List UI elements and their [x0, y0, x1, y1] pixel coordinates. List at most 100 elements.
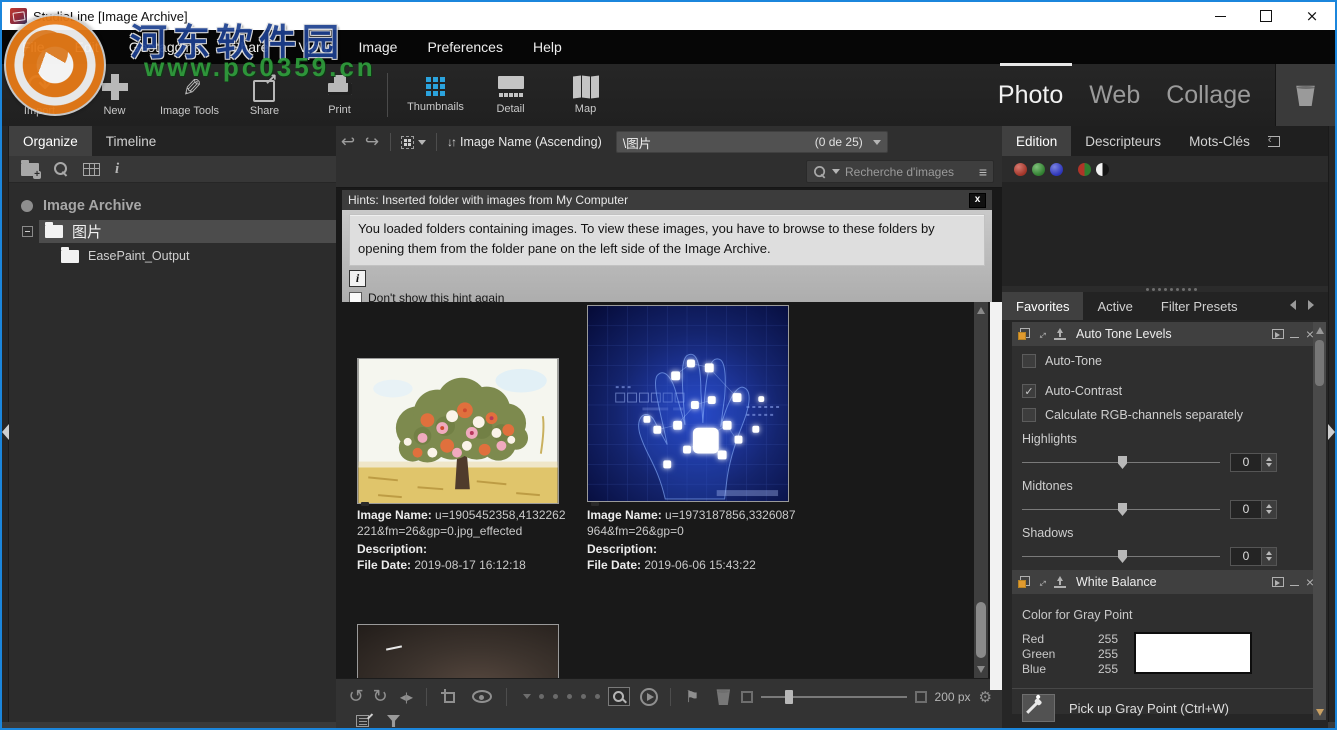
zoom-out-icon[interactable]: [741, 691, 753, 703]
rotate-left-button[interactable]: ↺: [344, 686, 368, 707]
scrollbar-thumb[interactable]: [1315, 340, 1324, 386]
tab-descripteurs[interactable]: Descripteurs: [1071, 126, 1175, 156]
trash-dock[interactable]: [1275, 64, 1335, 126]
search-input[interactable]: [845, 165, 974, 179]
highlights-slider[interactable]: [1022, 455, 1220, 469]
menu-geotagging[interactable]: Geotagging: [129, 39, 201, 55]
auto-contrast-checkbox-row[interactable]: ✓ Auto-Contrast: [1022, 384, 1310, 398]
zoom-in-icon[interactable]: [915, 691, 927, 703]
tab-edition[interactable]: Edition: [1002, 126, 1071, 156]
image-tools-button[interactable]: Image Tools: [152, 64, 227, 126]
apply-to-layers-icon[interactable]: [1018, 576, 1030, 588]
red-label-icon[interactable]: [1014, 163, 1027, 176]
load-preset-icon[interactable]: [1054, 328, 1066, 340]
thumbnail-tech-hand[interactable]: [587, 305, 789, 502]
highlights-value[interactable]: 0: [1230, 453, 1262, 472]
filter-icon[interactable]: [387, 715, 400, 727]
hints-close-button[interactable]: x: [969, 193, 986, 208]
rating-dots[interactable]: [539, 694, 544, 699]
thumbnails-view-button[interactable]: Thumbnails: [398, 64, 473, 126]
close-button[interactable]: ×: [1289, 2, 1335, 30]
detail-view-button[interactable]: Detail: [473, 64, 548, 126]
blackwhite-label-icon[interactable]: [1096, 163, 1109, 176]
rgb-separate-checkbox[interactable]: [1022, 408, 1036, 422]
menu-edit[interactable]: Edit: [75, 39, 99, 55]
highlights-spinner[interactable]: [1262, 453, 1277, 472]
compare-icon[interactable]: [1036, 576, 1048, 588]
slider-handle[interactable]: [785, 690, 793, 704]
blue-label-icon[interactable]: [1050, 163, 1063, 176]
tab-mots-cles[interactable]: Mots-Clés: [1175, 126, 1264, 156]
rating-dropdown-icon[interactable]: [523, 694, 531, 699]
collapse-panel-icon[interactable]: [1290, 329, 1300, 339]
crop-button[interactable]: [441, 689, 456, 704]
presets-scroll-left-icon[interactable]: [1290, 300, 1296, 310]
scroll-down-icon[interactable]: [1316, 709, 1324, 716]
preview-button[interactable]: [472, 690, 492, 703]
thumbnail-size-button[interactable]: [397, 136, 430, 149]
left-collapse-strip[interactable]: [2, 126, 9, 722]
search-box[interactable]: ≡: [806, 160, 994, 183]
midtones-slider[interactable]: [1022, 502, 1220, 516]
info-icon[interactable]: i: [115, 161, 119, 178]
redgreen-label-icon[interactable]: [1078, 163, 1091, 176]
new-button[interactable]: New: [77, 64, 152, 126]
menu-help[interactable]: Help: [533, 39, 562, 55]
back-button[interactable]: ↩: [336, 132, 360, 152]
mode-collage[interactable]: Collage: [1166, 81, 1251, 110]
thumbnail-dark-texture[interactable]: [357, 624, 559, 678]
rating-control[interactable]: [523, 694, 604, 699]
auto-contrast-checkbox[interactable]: ✓: [1022, 384, 1036, 398]
tab-filter-presets[interactable]: Filter Presets: [1147, 292, 1252, 320]
white-balance-header[interactable]: White Balance ×: [1012, 570, 1320, 594]
rgb-separate-checkbox-row[interactable]: Calculate RGB-channels separately: [1022, 408, 1310, 422]
forward-button[interactable]: ↪: [360, 132, 384, 152]
menu-view[interactable]: View: [298, 39, 328, 55]
map-view-button[interactable]: Map: [548, 64, 623, 126]
rotate-right-button[interactable]: ↻: [368, 686, 392, 707]
loupe-button[interactable]: [608, 687, 630, 706]
scroll-up-icon[interactable]: [977, 307, 985, 314]
detach-panel-icon[interactable]: [1272, 577, 1284, 587]
midtones-value[interactable]: 0: [1230, 500, 1262, 519]
delete-button[interactable]: [715, 688, 731, 705]
import-button[interactable]: Import: [2, 64, 77, 126]
slider-handle[interactable]: [1118, 550, 1127, 563]
menu-file[interactable]: File: [22, 39, 45, 55]
slideshow-button[interactable]: [640, 688, 658, 706]
hint-info-button[interactable]: i: [349, 270, 366, 287]
compare-icon[interactable]: [1036, 328, 1048, 340]
presets-scroll-right-icon[interactable]: [1308, 300, 1314, 310]
tab-favorites[interactable]: Favorites: [1002, 292, 1083, 320]
edit-panel-scrollbar[interactable]: [1313, 322, 1326, 720]
gear-icon[interactable]: ⚙: [979, 688, 992, 706]
shadows-value[interactable]: 0: [1230, 547, 1262, 566]
search-folders-icon[interactable]: [54, 162, 68, 176]
table-view-icon[interactable]: [83, 163, 100, 176]
search-options-icon[interactable]: [832, 169, 840, 174]
tab-timeline[interactable]: Timeline: [92, 126, 171, 156]
maximize-button[interactable]: [1243, 2, 1289, 30]
tab-overflow-icon[interactable]: [1268, 136, 1280, 147]
path-breadcrumb[interactable]: \图片 (0 de 25): [616, 131, 888, 153]
slider-handle[interactable]: [1118, 503, 1127, 516]
tree-node-subfolder[interactable]: EasePaint_Output: [9, 245, 336, 267]
tree-root-image-archive[interactable]: Image Archive: [9, 195, 336, 217]
auto-tone-header[interactable]: Auto Tone Levels ×: [1012, 322, 1320, 346]
minimize-button[interactable]: [1197, 2, 1243, 30]
menu-preferences[interactable]: Preferences: [427, 39, 502, 55]
tree-node-folder[interactable]: 图片: [39, 220, 336, 243]
sort-control[interactable]: ↓↑ Image Name (Ascending): [443, 135, 606, 149]
collapse-panel-icon[interactable]: [1290, 577, 1300, 587]
flip-horizontal-button[interactable]: ◂|▸: [392, 690, 420, 704]
flag-button[interactable]: ⚑: [685, 687, 699, 707]
mode-photo[interactable]: Photo: [998, 81, 1063, 110]
menu-image[interactable]: Image: [359, 39, 398, 55]
tab-organize[interactable]: Organize: [9, 126, 92, 156]
menu-share[interactable]: Share: [231, 39, 268, 55]
green-label-icon[interactable]: [1032, 163, 1045, 176]
midtones-spinner[interactable]: [1262, 500, 1277, 519]
thumbnail-scrollbar[interactable]: [974, 302, 988, 678]
auto-tone-checkbox[interactable]: [1022, 354, 1036, 368]
scroll-down-icon[interactable]: [977, 666, 985, 673]
